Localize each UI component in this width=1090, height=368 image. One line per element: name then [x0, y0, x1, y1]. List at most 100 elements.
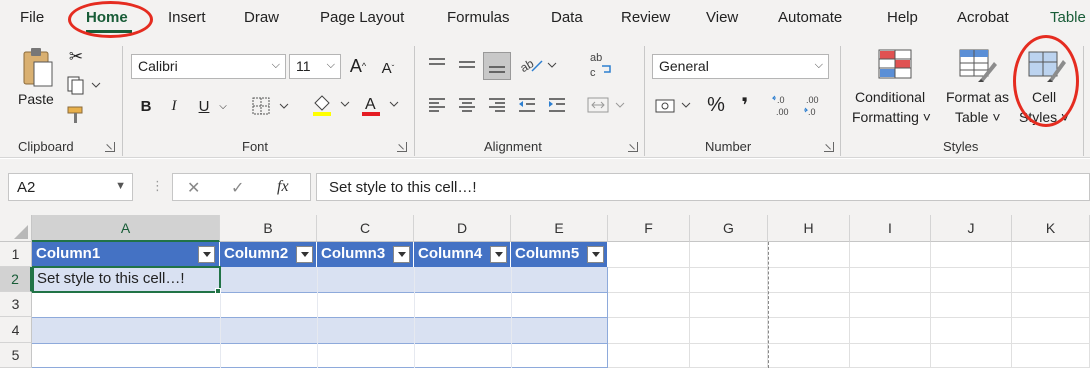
row-header-4[interactable]: 4 — [0, 317, 32, 343]
column-header-k[interactable]: K — [1012, 215, 1090, 242]
select-all-corner[interactable] — [0, 215, 32, 242]
align-top-icon[interactable] — [426, 54, 448, 76]
tab-view[interactable]: View — [706, 9, 738, 26]
name-box[interactable]: A2 ▼ — [8, 173, 133, 201]
align-left-icon[interactable] — [426, 94, 448, 116]
column-header-a[interactable]: A — [32, 215, 220, 242]
row-header-3[interactable]: 3 — [0, 292, 32, 317]
fill-handle[interactable] — [215, 288, 221, 294]
borders-icon[interactable] — [252, 95, 292, 117]
cells-column-i[interactable] — [850, 242, 931, 368]
font-name-combo[interactable]: Calibri ⌵ — [131, 54, 286, 79]
number-format-combo[interactable]: General ⌵ — [652, 54, 829, 79]
tab-insert[interactable]: Insert — [168, 9, 206, 26]
column-header-g[interactable]: G — [690, 215, 768, 242]
decrease-font-size-icon[interactable]: Aˇ — [376, 56, 400, 80]
copy-icon[interactable] — [64, 74, 104, 96]
italic-button[interactable]: I — [166, 95, 182, 117]
orientation-icon[interactable]: ab — [518, 52, 558, 78]
active-cell-a2[interactable]: Set style to this cell…! — [32, 266, 221, 293]
column-header-d[interactable]: D — [414, 215, 511, 242]
format-as-table-icon[interactable] — [958, 48, 998, 84]
table-header-label: Column3 — [321, 245, 386, 262]
format-painter-icon[interactable] — [64, 104, 88, 126]
align-center-icon[interactable] — [456, 94, 478, 116]
format-as-table-label-2[interactable]: Table ˅ — [955, 109, 1001, 125]
drag-handle-icon[interactable]: ⋮ — [151, 178, 164, 194]
column-header-i[interactable]: I — [850, 215, 931, 242]
table-header-cell[interactable]: Column1 — [32, 242, 220, 267]
column-header-b[interactable]: B — [220, 215, 317, 242]
increase-font-size-icon[interactable]: A ^ — [346, 54, 370, 78]
row-header-2[interactable]: 2 — [0, 267, 32, 292]
column-header-j[interactable]: J — [931, 215, 1012, 242]
tab-table[interactable]: Table — [1050, 9, 1086, 26]
tab-automate[interactable]: Automate — [778, 9, 842, 26]
decrease-indent-icon[interactable] — [516, 94, 538, 116]
tab-data[interactable]: Data — [551, 9, 583, 26]
alignment-dialog-launcher-icon[interactable] — [628, 142, 638, 152]
table-header-cell[interactable]: Column3 — [317, 242, 414, 267]
filter-dropdown-icon[interactable] — [393, 246, 410, 263]
table-header-cell[interactable]: Column2 — [220, 242, 317, 267]
font-dialog-launcher-icon[interactable] — [397, 142, 407, 152]
paste-label[interactable]: Paste — [18, 91, 54, 107]
cancel-icon[interactable]: ✕ — [187, 178, 200, 198]
increase-decimal-icon[interactable]: .0.00 — [772, 92, 798, 120]
conditional-formatting-label-2[interactable]: Formatting ˅ — [852, 109, 931, 125]
paste-icon[interactable] — [18, 46, 58, 90]
home-tab-annotation-circle — [68, 1, 153, 38]
font-color-icon[interactable]: A — [360, 93, 404, 119]
tab-help[interactable]: Help — [887, 9, 918, 26]
insert-function-icon[interactable]: fx — [277, 178, 289, 196]
align-middle-icon[interactable] — [456, 54, 478, 76]
row-header-1[interactable]: 1 — [0, 242, 32, 267]
underline-button[interactable]: U — [196, 95, 212, 117]
cut-icon[interactable]: ✂ — [64, 46, 88, 68]
tab-draw[interactable]: Draw — [244, 9, 279, 26]
tab-review[interactable]: Review — [621, 9, 670, 26]
table-header-cell[interactable]: Column5 — [511, 242, 608, 267]
filter-dropdown-icon[interactable] — [296, 246, 313, 263]
merge-center-icon[interactable] — [586, 94, 628, 116]
tab-formulas[interactable]: Formulas — [447, 9, 510, 26]
filter-dropdown-icon[interactable] — [587, 246, 604, 263]
accounting-format-icon[interactable] — [654, 94, 696, 118]
tab-file[interactable]: File — [20, 9, 44, 26]
cells-column-k[interactable] — [1012, 242, 1090, 368]
ribbon: Paste ✂ Clipboard Calibri ⌵ 11 ⌵ A ^ Aˇ B… — [0, 38, 1090, 158]
number-dialog-launcher-icon[interactable] — [824, 142, 834, 152]
cells-column-h[interactable] — [768, 242, 850, 368]
comma-style-button[interactable]: ❜ — [736, 92, 754, 118]
increase-indent-icon[interactable] — [546, 94, 568, 116]
tab-page-layout[interactable]: Page Layout — [320, 9, 404, 26]
fill-color-icon[interactable] — [311, 93, 355, 119]
table-header-cell[interactable]: Column4 — [414, 242, 511, 267]
row-header-5[interactable]: 5 — [0, 343, 32, 368]
formula-input[interactable]: Set style to this cell…! — [316, 173, 1090, 201]
tab-acrobat[interactable]: Acrobat — [957, 9, 1009, 26]
filter-dropdown-icon[interactable] — [198, 246, 215, 263]
align-bottom-icon[interactable] — [483, 52, 511, 80]
conditional-formatting-label-1[interactable]: Conditional — [855, 89, 925, 105]
enter-icon[interactable]: ✓ — [231, 178, 244, 198]
font-size-combo[interactable]: 11 ⌵ — [289, 54, 341, 79]
conditional-formatting-icon[interactable] — [877, 48, 913, 82]
percent-style-button[interactable]: % — [704, 92, 728, 118]
cells-column-j[interactable] — [931, 242, 1012, 368]
column-header-c[interactable]: C — [317, 215, 414, 242]
decrease-decimal-icon[interactable]: .00.0 — [802, 92, 828, 120]
col-gridline — [317, 267, 318, 368]
clipboard-dialog-launcher-icon[interactable] — [105, 142, 115, 152]
format-as-table-label-1[interactable]: Format as — [946, 89, 1009, 105]
wrap-text-icon[interactable]: ab c — [588, 50, 614, 80]
filter-dropdown-icon[interactable] — [490, 246, 507, 263]
align-right-icon[interactable] — [486, 94, 508, 116]
cells-column-g[interactable] — [690, 242, 768, 368]
chevron-down-icon[interactable]: ⌵ — [216, 95, 230, 117]
column-header-f[interactable]: F — [608, 215, 690, 242]
bold-button[interactable]: B — [138, 95, 154, 117]
column-header-h[interactable]: H — [768, 215, 850, 242]
column-header-e[interactable]: E — [511, 215, 608, 242]
cells-column-f[interactable] — [608, 242, 690, 368]
